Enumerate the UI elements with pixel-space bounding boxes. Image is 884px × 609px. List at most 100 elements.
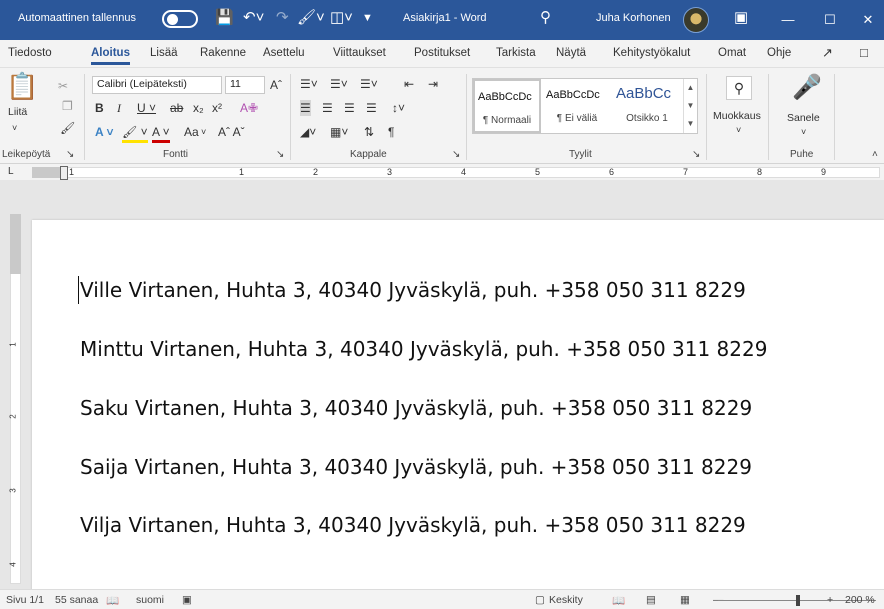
copy-icon[interactable]: ❐ <box>62 98 73 114</box>
style-no-spacing[interactable]: AaBbCcDc ¶ Ei väliä <box>543 79 611 133</box>
font-size-combo[interactable]: 11 <box>225 76 265 94</box>
paste-label[interactable]: Liitä <box>8 104 27 120</box>
ribbon-display-icon[interactable]: ▣ <box>734 8 748 28</box>
grow-shrink-font-icon[interactable]: Aˆ Aˇ <box>218 124 245 140</box>
launcher-styles-icon[interactable]: ↘ <box>692 149 700 160</box>
chevron-up-icon[interactable]: ▲ <box>684 79 697 97</box>
redo-icon[interactable]: ↷ <box>276 8 289 28</box>
zoom-level[interactable]: 200 % <box>845 594 875 606</box>
share-icon[interactable]: ↗ <box>822 45 833 61</box>
text-effects-icon[interactable]: A ˅ <box>95 124 114 140</box>
avatar[interactable] <box>683 7 709 33</box>
show-formatting-icon[interactable]: ¶ <box>388 124 394 140</box>
launcher-clipboard-icon[interactable]: ↘ <box>66 149 74 160</box>
microphone-icon[interactable]: 🎤 <box>792 74 822 102</box>
proofing-icon[interactable]: 📖 <box>106 594 119 607</box>
bullets-icon[interactable]: ☰˅ <box>300 76 318 92</box>
paste-dropdown-icon[interactable]: ˅ <box>12 120 17 136</box>
font-name-combo[interactable]: Calibri (Leipäteksti) <box>92 76 222 94</box>
change-case-dropdown-icon[interactable]: ˅ <box>201 124 206 140</box>
close-icon[interactable]: ✕ <box>846 0 884 40</box>
subscript-icon[interactable]: x₂ <box>193 100 204 116</box>
document-line[interactable]: Saija Virtanen, Huhta 3, 40340 Jyväskylä… <box>80 455 752 479</box>
format-painter-icon[interactable]: 🖌 <box>60 120 75 136</box>
tab-omat[interactable]: Omat <box>718 47 746 59</box>
cut-icon[interactable]: ✂ <box>58 78 68 94</box>
dictate-dropdown-icon[interactable]: ˅ <box>801 124 806 140</box>
document-line[interactable]: Saku Virtanen, Huhta 3, 40340 Jyväskylä,… <box>80 396 752 420</box>
zoom-slider-thumb[interactable] <box>796 595 800 606</box>
tab-viittaukset[interactable]: Viittaukset <box>333 47 386 59</box>
superscript-icon[interactable]: x² <box>212 100 222 116</box>
focus-label[interactable]: Keskity <box>549 594 583 606</box>
search-icon[interactable]: ⚲ <box>540 8 551 28</box>
borders-icon[interactable]: ▦˅ <box>330 124 348 140</box>
style-heading-1[interactable]: AaBbCc Otsikko 1 <box>613 79 681 133</box>
italic-icon[interactable]: I <box>117 100 121 116</box>
document-line[interactable]: Ville Virtanen, Huhta 3, 40340 Jyväskylä… <box>80 278 746 302</box>
format-painter-qat-icon[interactable]: 🖌˅ <box>297 8 325 28</box>
grow-font-icon[interactable]: Aˆ <box>270 77 282 93</box>
collapse-ribbon-icon[interactable]: ˄ <box>872 149 878 160</box>
tab-ohje[interactable]: Ohje <box>767 47 791 59</box>
change-case-label[interactable]: Aa <box>184 124 199 140</box>
minimize-icon[interactable]: — <box>766 0 810 40</box>
language-label[interactable]: suomi <box>136 594 164 606</box>
undo-icon[interactable]: ↶˅ <box>243 8 264 28</box>
document-page[interactable]: Ville Virtanen, Huhta 3, 40340 Jyväskylä… <box>32 220 884 590</box>
align-right-icon[interactable]: ☰ <box>344 100 355 116</box>
focus-icon[interactable]: ▢ <box>535 594 545 606</box>
print-layout-icon[interactable]: ▤ <box>646 594 656 606</box>
more-styles-icon[interactable]: ▼ <box>684 115 697 133</box>
editing-search-icon[interactable]: ⚲ <box>726 76 752 100</box>
tab-asettelu[interactable]: Asettelu <box>263 47 305 59</box>
numbering-icon[interactable]: ☰˅ <box>330 76 348 92</box>
tab-tiedosto[interactable]: Tiedosto <box>8 47 52 59</box>
indent-marker[interactable] <box>60 166 68 180</box>
tab-aloitus[interactable]: Aloitus <box>91 47 130 65</box>
chevron-down-icon[interactable]: ▼ <box>684 97 697 115</box>
document-line[interactable]: Minttu Virtanen, Huhta 3, 40340 Jyväskyl… <box>80 337 767 361</box>
multilevel-list-icon[interactable]: ☰˅ <box>360 76 378 92</box>
style-normal[interactable]: AaBbCcDc ¶ Normaali <box>473 79 541 133</box>
tab-tarkista[interactable]: Tarkista <box>496 47 536 59</box>
sort-icon[interactable]: ⇅ <box>364 124 374 140</box>
autosave-toggle[interactable] <box>162 10 198 28</box>
custom-qat-icon[interactable]: ◫˅ <box>330 8 353 28</box>
line-spacing-icon[interactable]: ↕˅ <box>392 100 405 116</box>
underline-icon[interactable]: U ˅ <box>137 100 156 116</box>
clear-formatting-icon[interactable]: A✙ <box>240 100 258 116</box>
page-count[interactable]: Sivu 1/1 <box>6 594 44 606</box>
tab-kehitystyokalut[interactable]: Kehitystyökalut <box>613 47 690 59</box>
strikethrough-icon[interactable]: ab <box>170 100 183 116</box>
comments-icon[interactable]: □ <box>860 45 868 60</box>
save-icon[interactable]: 💾 <box>215 8 234 28</box>
styles-scroll[interactable]: ▲ ▼ ▼ <box>683 79 697 133</box>
align-center-icon[interactable]: ☰ <box>322 100 333 116</box>
increase-indent-icon[interactable]: ⇥ <box>428 76 438 92</box>
bold-icon[interactable]: B <box>95 100 104 116</box>
justify-icon[interactable]: ☰ <box>366 100 377 116</box>
tab-nayta[interactable]: Näytä <box>556 47 586 59</box>
read-mode-icon[interactable]: 📖 <box>612 594 625 607</box>
decrease-indent-icon[interactable]: ⇤ <box>404 76 414 92</box>
highlight-icon[interactable]: 🖌 ˅ <box>122 124 148 143</box>
user-name[interactable]: Juha Korhonen <box>596 12 671 24</box>
tab-rakenne[interactable]: Rakenne <box>200 47 246 59</box>
launcher-paragraph-icon[interactable]: ↘ <box>452 149 460 160</box>
accessibility-icon[interactable]: ▣ <box>182 594 192 606</box>
customize-qat-icon[interactable]: ▼ <box>362 8 373 28</box>
shading-icon[interactable]: ◢˅ <box>300 124 316 140</box>
tab-lisaa[interactable]: Lisää <box>150 47 178 59</box>
zoom-in-icon[interactable]: + <box>827 594 833 606</box>
font-color-icon[interactable]: A ˅ <box>152 124 170 143</box>
tab-selector-icon[interactable]: L <box>8 166 14 177</box>
word-count[interactable]: 55 sanaa <box>55 594 98 606</box>
tab-postitukset[interactable]: Postitukset <box>414 47 470 59</box>
editing-dropdown-icon[interactable]: ˅ <box>736 122 741 138</box>
align-left-icon[interactable]: ☰ <box>300 100 311 116</box>
document-line[interactable]: Vilja Virtanen, Huhta 3, 40340 Jyväskylä… <box>80 513 746 537</box>
paste-icon[interactable]: 📋 <box>6 72 38 100</box>
web-layout-icon[interactable]: ▦ <box>680 594 690 606</box>
launcher-font-icon[interactable]: ↘ <box>276 149 284 160</box>
